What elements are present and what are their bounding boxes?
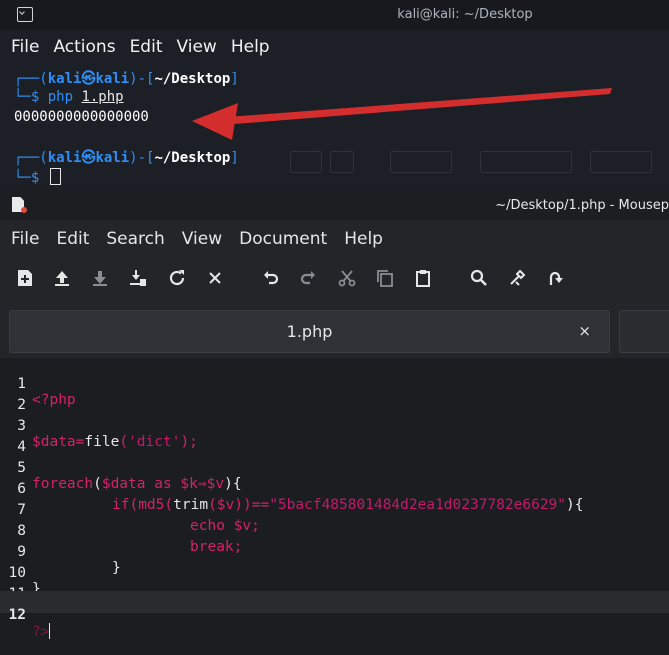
prompt-dollar: └─$	[14, 170, 48, 186]
new-file-icon[interactable]	[13, 266, 37, 290]
command-line-1: └─$ php 1.php	[14, 89, 124, 105]
command-line-2[interactable]: └─$	[14, 168, 61, 186]
terminal-menu-view[interactable]: View	[176, 37, 216, 57]
editor-tabbar: 1.php ×	[0, 308, 669, 354]
text-cursor	[49, 623, 51, 639]
editor-menu-file[interactable]: File	[11, 229, 39, 249]
find-icon[interactable]	[467, 266, 491, 290]
terminal-menu-file[interactable]: File	[11, 37, 39, 57]
editor-titlebar[interactable]: ~/Desktop/1.php - Mousep	[0, 190, 669, 220]
prompt-host: kali	[95, 71, 130, 87]
open-icon[interactable]	[50, 266, 74, 290]
terminal-cursor	[49, 168, 61, 185]
prompt-line-2: ┌──(kali㉿kali)-[~/Desktop]	[14, 147, 239, 167]
prompt-open: ┌──(	[14, 150, 48, 166]
prompt-mid: )-[	[129, 71, 155, 87]
code-line: 1 <?php	[0, 360, 669, 408]
terminal-app-icon	[17, 7, 33, 22]
prompt-host: kali	[95, 150, 130, 166]
find-replace-icon[interactable]	[505, 266, 529, 290]
close-icon[interactable]	[203, 266, 227, 290]
reload-icon[interactable]	[165, 266, 189, 290]
redo-icon[interactable]	[296, 266, 320, 290]
tab-other[interactable]	[619, 310, 669, 353]
prompt-open: ┌──(	[14, 71, 48, 87]
prompt-close: ]	[230, 71, 239, 87]
code-line: 7 echo $v;	[0, 486, 669, 534]
save-as-icon[interactable]	[126, 266, 150, 290]
save-icon[interactable]	[88, 266, 112, 290]
code-line: 3 $data=file('dict');	[0, 402, 669, 450]
command-arg: 1.php	[81, 89, 124, 105]
prompt-line-1: ┌──(kali㉿kali)-[~/Desktop]	[14, 68, 239, 88]
code-line: 2	[0, 381, 669, 413]
editor-toolbar	[0, 262, 669, 296]
prompt-mid: )-[	[129, 150, 155, 166]
background-window-ghost	[280, 145, 669, 183]
paste-icon[interactable]	[411, 266, 435, 290]
line-number: 12	[8, 607, 26, 623]
terminal-title: kali@kali: ~/Desktop	[397, 7, 533, 22]
prompt-at: ㉿	[81, 71, 96, 87]
copy-icon[interactable]	[373, 266, 397, 290]
editor-menu-search[interactable]: Search	[106, 229, 164, 249]
terminal-menubar: File Actions Edit View Help	[0, 30, 669, 64]
prompt-at: ㉿	[81, 150, 96, 166]
code-line: 9 }	[0, 528, 669, 576]
prompt-path: ~/Desktop	[154, 71, 231, 87]
command-php: php	[47, 89, 82, 105]
editor-menubar: File Edit Search View Document Help	[0, 224, 669, 254]
terminal-menu-edit[interactable]: Edit	[130, 37, 163, 57]
command-output: 0000000000000000	[14, 109, 149, 125]
terminal-menu-actions[interactable]: Actions	[53, 37, 115, 57]
prompt-user: kali	[47, 71, 82, 87]
prompt-dollar: └─$	[14, 89, 48, 105]
prompt-path: ~/Desktop	[154, 150, 231, 166]
tab-close-icon[interactable]: ×	[578, 322, 591, 340]
code-line: 6 if(md5(trim($v))=="5bacf485801484d2ea1…	[0, 465, 669, 513]
terminal-menu-help[interactable]: Help	[231, 37, 270, 57]
code-line: 10 }	[0, 549, 669, 597]
code-line: 8 break;	[0, 507, 669, 555]
cut-icon[interactable]	[335, 266, 359, 290]
editor-menu-document[interactable]: Document	[239, 229, 327, 249]
editor-title: ~/Desktop/1.php - Mousep	[495, 198, 669, 213]
prompt-close: ]	[230, 150, 239, 166]
terminal-titlebar[interactable]: kali@kali: ~/Desktop	[0, 0, 669, 30]
undo-icon[interactable]	[259, 266, 283, 290]
prompt-user: kali	[47, 150, 82, 166]
editor-menu-edit[interactable]: Edit	[56, 229, 89, 249]
code-editor[interactable]: 1 <?php 2 3 $data=file('dict'); 4 5 fore…	[0, 358, 669, 640]
code-line-current: 12 ?>	[0, 591, 669, 640]
code-line: 4	[0, 423, 669, 455]
tab-label: 1.php	[286, 322, 333, 341]
jump-to-icon[interactable]	[543, 266, 567, 290]
code-line: 11	[0, 570, 669, 602]
terminal-window: kali@kali: ~/Desktop File Actions Edit V…	[0, 0, 669, 190]
editor-window: ~/Desktop/1.php - Mousep File Edit Searc…	[0, 190, 669, 640]
editor-menu-view[interactable]: View	[182, 229, 222, 249]
mousepad-app-icon-badge	[21, 207, 27, 213]
editor-menu-help[interactable]: Help	[344, 229, 383, 249]
php-close-tag: ?>	[32, 624, 50, 640]
code-line: 5 foreach($data as $k⇒$v){	[0, 444, 669, 492]
tab-1-php[interactable]: 1.php ×	[9, 310, 610, 353]
